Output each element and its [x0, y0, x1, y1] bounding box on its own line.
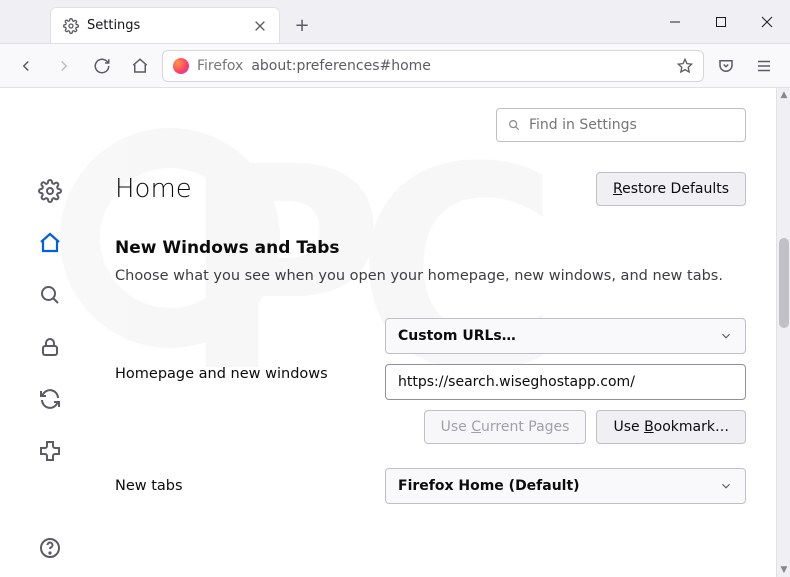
sidebar-item-general[interactable]	[37, 178, 63, 204]
new-tab-button[interactable]: +	[286, 9, 318, 41]
forward-button	[48, 50, 80, 82]
section-title: New Windows and Tabs	[115, 238, 746, 258]
chevron-down-icon	[719, 479, 733, 493]
reload-button[interactable]	[86, 50, 118, 82]
homepage-url-input[interactable]	[385, 364, 746, 400]
restore-defaults-button[interactable]: RRestore Defaultsestore Defaults	[596, 172, 746, 206]
url-bar[interactable]: Firefox about:preferences#home	[162, 50, 704, 82]
newtabs-mode-select[interactable]: Firefox Home (Default)	[385, 468, 746, 504]
navigation-toolbar: Firefox about:preferences#home	[0, 44, 790, 88]
minimize-button[interactable]	[652, 0, 698, 44]
find-in-settings[interactable]	[496, 108, 746, 142]
sidebar-item-home[interactable]	[37, 230, 63, 256]
homepage-label: Homepage and new windows	[115, 318, 365, 382]
preferences-content: PC Home RRestore Defaultsestore De	[0, 88, 776, 577]
sidebar-item-privacy[interactable]	[37, 334, 63, 360]
scrollbar-thumb[interactable]	[779, 238, 789, 328]
newtabs-label: New tabs	[115, 478, 365, 494]
close-window-button[interactable]	[744, 0, 790, 44]
main-panel: Home RRestore Defaultsestore Defaults Ne…	[115, 88, 776, 504]
page-title: Home	[115, 174, 596, 204]
maximize-button[interactable]	[698, 0, 744, 44]
sidebar-item-support[interactable]	[37, 535, 63, 561]
pocket-button[interactable]	[710, 50, 742, 82]
scroll-up-icon[interactable]: ▲	[777, 88, 790, 102]
window-titlebar: Settings +	[0, 0, 790, 44]
back-button[interactable]	[10, 50, 42, 82]
home-button[interactable]	[124, 50, 156, 82]
tab-settings[interactable]: Settings	[50, 7, 280, 43]
select-value: Custom URLs…	[398, 328, 719, 344]
tab-label: Settings	[87, 18, 245, 33]
find-input[interactable]	[529, 117, 735, 133]
gear-icon	[63, 18, 79, 34]
app-menu-button[interactable]	[748, 50, 780, 82]
firefox-logo-icon	[173, 58, 189, 74]
vertical-scrollbar[interactable]: ▲ ▼	[776, 88, 790, 577]
window-controls	[652, 0, 790, 43]
select-value: Firefox Home (Default)	[398, 478, 719, 494]
category-sidebar	[0, 88, 100, 577]
sidebar-item-sync[interactable]	[37, 386, 63, 412]
identity-label: Firefox	[197, 58, 243, 74]
use-bookmark-button[interactable]: Use Bookmark…Use Bookmark…	[596, 410, 746, 444]
section-description: Choose what you see when you open your h…	[115, 266, 746, 288]
use-current-pages-button: Use Current PagesUse Current Pages	[424, 410, 587, 444]
tabs-strip: Settings +	[0, 0, 652, 43]
homepage-mode-select[interactable]: Custom URLs…	[385, 318, 746, 354]
scroll-down-icon[interactable]: ▼	[777, 563, 790, 577]
sidebar-item-search[interactable]	[37, 282, 63, 308]
search-icon	[507, 118, 521, 132]
sidebar-item-extensions[interactable]	[37, 438, 63, 464]
chevron-down-icon	[719, 329, 733, 343]
close-icon[interactable]	[253, 19, 267, 33]
url-text: about:preferences#home	[251, 58, 669, 74]
bookmark-star-icon[interactable]	[677, 58, 693, 74]
